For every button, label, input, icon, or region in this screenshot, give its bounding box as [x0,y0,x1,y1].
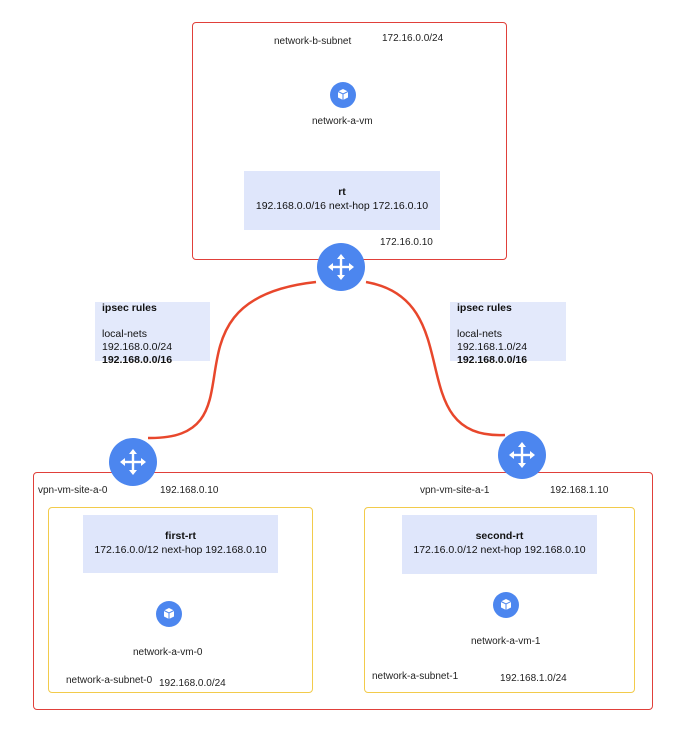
route-rule: 172.16.0.0/12 next-hop 192.168.0.10 [413,544,586,556]
route-rule: 172.16.0.0/12 next-hop 192.168.0.10 [94,544,267,556]
vpn-ip-label: 192.168.0.10 [160,485,219,496]
ipsec-spacer [102,315,210,328]
ipsec-heading: local-nets [102,328,147,340]
subnet-cidr-label: 172.16.0.0/24 [382,33,444,44]
subnet-name-label: network-a-subnet-0 [66,675,153,686]
route-rt[interactable]: rt 192.168.0.0/16 next-hop 172.16.0.10 [244,171,440,230]
vpn-name-label: vpn-vm-site-a-1 [420,485,490,496]
subnet-name-label: network-b-subnet [274,36,352,47]
subnet-cidr-label: 192.168.1.0/24 [500,673,567,684]
compute-vm-icon[interactable] [156,601,182,627]
ipsec-rules-right: ipsec rules local-nets 192.168.1.0/24 19… [450,302,566,366]
vm-name-label: network-a-vm-0 [133,647,203,658]
ipsec-title: ipsec rules [457,302,512,314]
compute-vm-icon[interactable] [330,82,356,108]
route-first-rt[interactable]: first-rt 172.16.0.0/12 next-hop 192.168.… [83,515,278,573]
router-icon[interactable] [317,243,365,291]
vpn-name-label: vpn-vm-site-a-0 [38,485,108,496]
ipsec-rules-left: ipsec rules local-nets 192.168.0.0/24 19… [95,302,210,366]
vm-name-label: network-a-vm-1 [471,636,541,647]
ipsec-title: ipsec rules [102,302,157,314]
vpn-ip-label: 192.168.1.10 [550,485,609,496]
router-icon[interactable] [498,431,546,479]
ipsec-net1: 192.168.0.0/24 [102,341,173,353]
vm-name-label: network-a-vm [312,116,373,127]
ipsec-net2: 192.168.0.0/16 [457,354,528,366]
route-title: second-rt [475,530,524,542]
route-title: rt [338,186,346,198]
ipsec-net1: 192.168.1.0/24 [457,341,528,353]
route-title: first-rt [165,530,196,542]
ipsec-heading: local-nets [457,328,502,340]
compute-vm-icon[interactable] [493,592,519,618]
subnet-cidr-label: 192.168.0.0/24 [159,678,226,689]
router-ip-label: 172.16.0.10 [380,237,433,248]
ipsec-net2: 192.168.0.0/16 [102,354,173,366]
route-rule: 192.168.0.0/16 next-hop 172.16.0.10 [255,200,429,212]
ipsec-spacer [457,315,566,328]
subnet-name-label: network-a-subnet-1 [372,671,459,682]
router-icon[interactable] [109,438,157,486]
route-second-rt[interactable]: second-rt 172.16.0.0/12 next-hop 192.168… [402,515,597,574]
